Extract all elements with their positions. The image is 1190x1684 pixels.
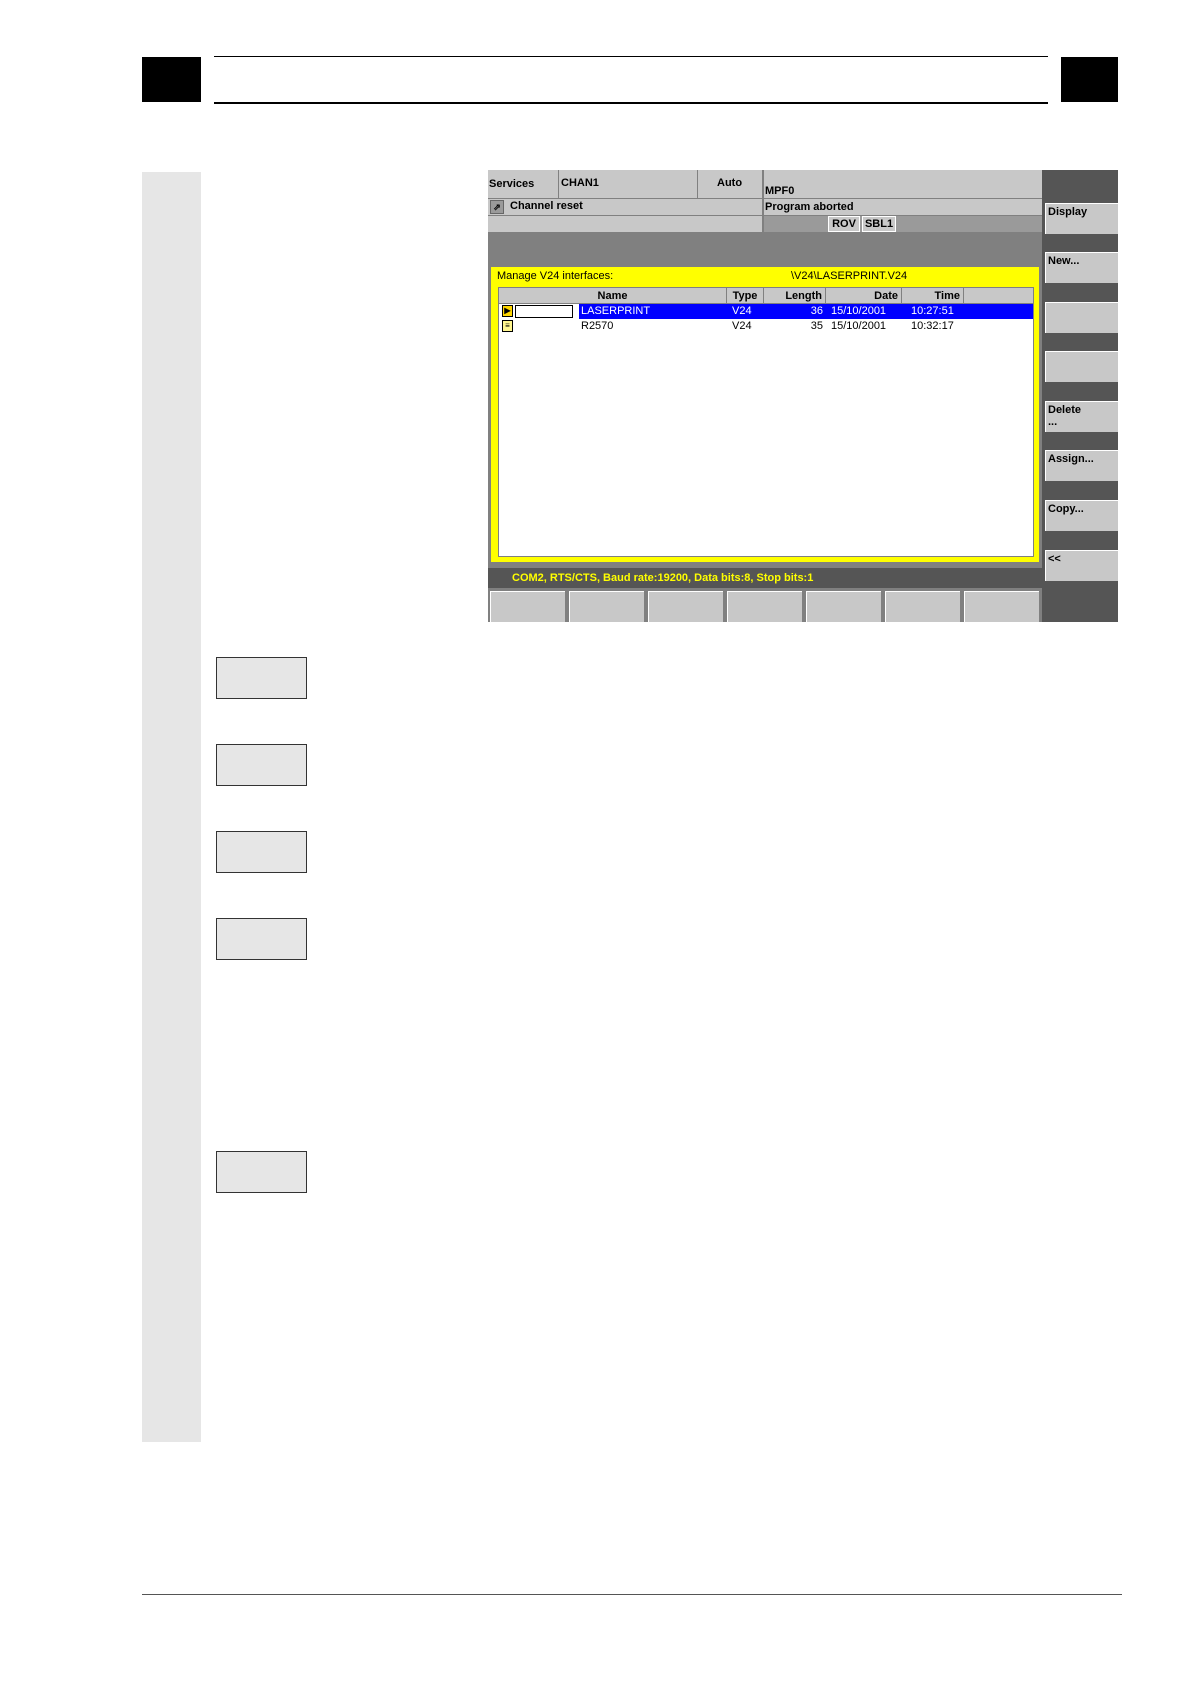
sbl1-indicator: SBL1 — [862, 216, 896, 232]
hsoftkey-7[interactable] — [964, 591, 1039, 622]
file-date: 15/10/2001 — [831, 304, 887, 319]
area-label: Services — [489, 178, 535, 190]
rename-field[interactable] — [515, 305, 573, 318]
vsoftkey-3[interactable] — [1045, 302, 1118, 333]
header-rule-bottom — [214, 102, 1048, 104]
indicator-strip: ROV SBL1 — [764, 216, 1042, 232]
status-line: COM2, RTS/CTS, Baud rate:19200, Data bit… — [512, 572, 814, 584]
file-length: 35 — [810, 320, 823, 332]
program-status: Program aborted — [765, 201, 854, 213]
vsoftkey-delete[interactable]: Delete ... — [1045, 401, 1118, 432]
header-block-right — [1061, 57, 1118, 102]
col-length[interactable]: Length — [764, 288, 826, 304]
channel-label: CHAN1 — [561, 177, 599, 189]
col-filler — [964, 288, 1033, 304]
window-title: Manage V24 interfaces: — [497, 270, 614, 282]
program-status-cell: Program aborted — [764, 199, 1042, 215]
hsoftkey-4[interactable] — [727, 591, 802, 622]
page-softkey-3[interactable] — [216, 831, 307, 873]
file-length: 36 — [779, 304, 823, 319]
file-icon: ▶ — [502, 305, 513, 317]
status-line-bar: COM2, RTS/CTS, Baud rate:19200, Data bit… — [488, 568, 1042, 588]
vsoftkey-copy[interactable]: Copy... — [1045, 500, 1118, 531]
channel-status-cell: ⇗ Channel reset — [488, 199, 762, 215]
file-window: Manage V24 interfaces: \V24\LASERPRINT.V… — [491, 267, 1039, 562]
program-cell: MPF0 — [764, 170, 1042, 198]
header-block-left — [142, 57, 201, 102]
file-time: 10:27:51 — [911, 304, 954, 319]
header-rule-top — [214, 56, 1048, 57]
hsoftkey-6[interactable] — [885, 591, 960, 622]
file-date: 15/10/2001 — [831, 320, 887, 332]
reset-icon: ⇗ — [490, 200, 504, 214]
rov-indicator: ROV — [828, 216, 860, 232]
window-path: \V24\LASERPRINT.V24 — [791, 270, 908, 282]
page-softkey-2[interactable] — [216, 744, 307, 786]
area-cell: Services — [488, 170, 558, 198]
vsoftkey-assign[interactable]: Assign... — [1045, 450, 1118, 481]
channel-cell: CHAN1 — [559, 170, 697, 198]
vsoftkey-new[interactable]: New... — [1045, 252, 1118, 283]
file-name: LASERPRINT — [579, 304, 651, 319]
footer-rule — [142, 1594, 1122, 1595]
hsoftkey-2[interactable] — [569, 591, 644, 622]
col-type[interactable]: Type — [727, 288, 764, 304]
vsoftkey-display[interactable]: Display — [1045, 203, 1118, 234]
vertical-softkey-bar: Display New... Delete ... Assign... Copy… — [1042, 170, 1118, 622]
hmi-screen: Services CHAN1 Auto MPF0 ⇗ Channel reset… — [488, 170, 1118, 622]
page-softkey-5[interactable] — [216, 1151, 307, 1193]
col-date[interactable]: Date — [826, 288, 902, 304]
hsoftkey-1[interactable] — [490, 591, 565, 622]
col-name[interactable]: Name — [499, 288, 727, 304]
vsoftkey-4[interactable] — [1045, 351, 1118, 382]
file-name: R2570 — [581, 320, 614, 332]
page-softkey-4[interactable] — [216, 918, 307, 960]
vsoftkey-back[interactable]: << — [1045, 550, 1118, 581]
margin-bar — [142, 172, 201, 1442]
program-label: MPF0 — [765, 185, 795, 197]
file-row-laserprint[interactable]: ▶ LASERPRINT V24 36 15/10/2001 10:27:51 — [499, 304, 1033, 319]
file-list: Name Type Length Date Time ▶ LASERPRINT … — [498, 287, 1034, 557]
file-type: V24 — [732, 320, 752, 332]
alarm-line — [488, 216, 762, 232]
mode-cell: Auto — [698, 170, 762, 198]
file-type: V24 — [732, 304, 752, 319]
mode-label: Auto — [717, 177, 743, 189]
hsoftkey-5[interactable] — [806, 591, 881, 622]
page-softkey-1[interactable] — [216, 657, 307, 699]
file-icon: ≡ — [502, 320, 513, 332]
col-time[interactable]: Time — [902, 288, 964, 304]
hsoftkey-3[interactable] — [648, 591, 723, 622]
channel-status: Channel reset — [510, 200, 583, 212]
file-time: 10:32:17 — [911, 320, 954, 332]
file-row-r2570[interactable]: ≡ R2570 V24 35 15/10/2001 10:32:17 — [499, 319, 1033, 334]
